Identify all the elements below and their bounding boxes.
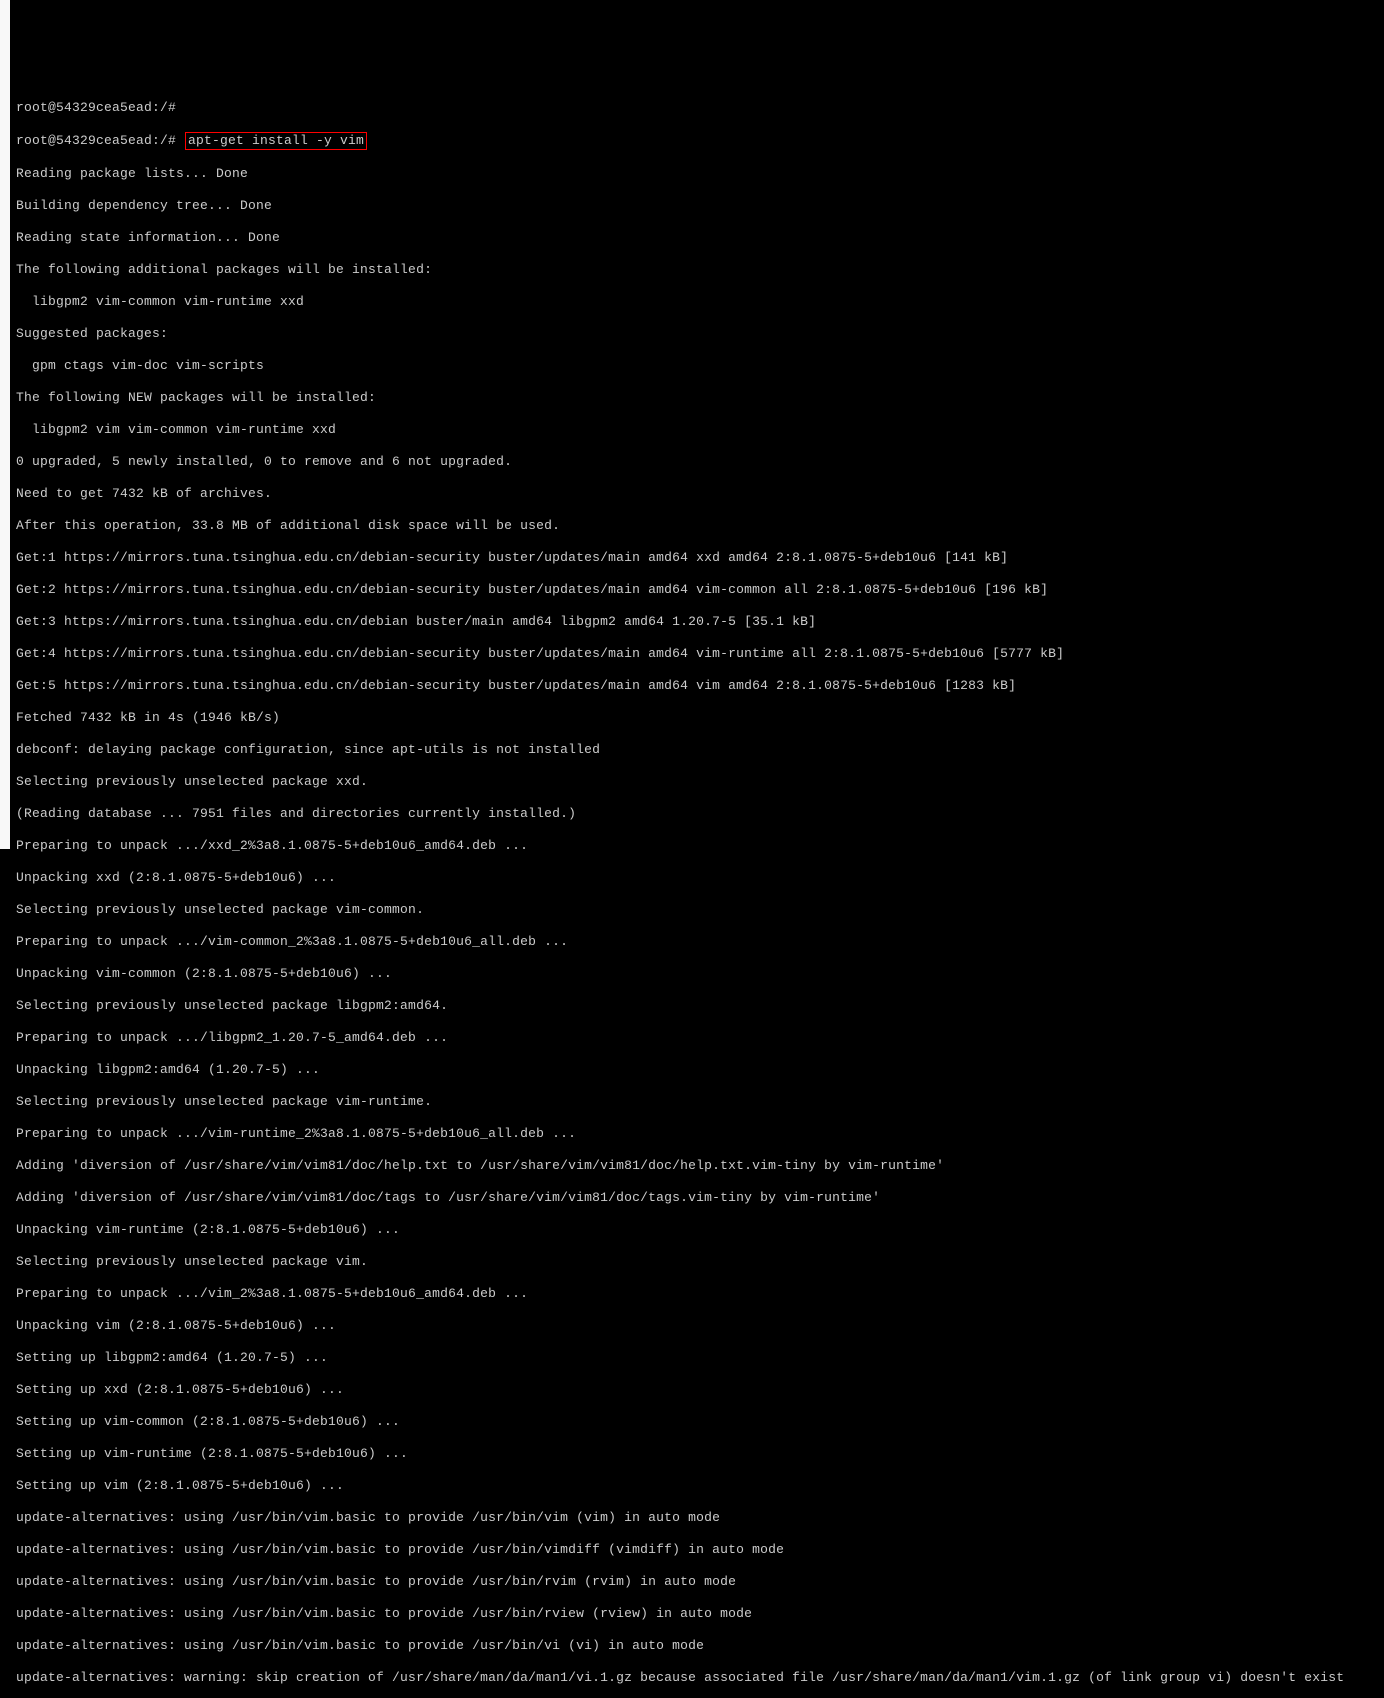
terminal-line: Unpacking vim-common (2:8.1.0875-5+deb10… <box>16 966 1384 982</box>
terminal-line: Preparing to unpack .../vim_2%3a8.1.0875… <box>16 1286 1384 1302</box>
terminal-line: Selecting previously unselected package … <box>16 1094 1384 1110</box>
terminal-line: update-alternatives: using /usr/bin/vim.… <box>16 1574 1384 1590</box>
terminal-line: update-alternatives: using /usr/bin/vim.… <box>16 1510 1384 1526</box>
terminal-line: Setting up vim-runtime (2:8.1.0875-5+deb… <box>16 1446 1384 1462</box>
terminal-line: Building dependency tree... Done <box>16 198 1384 214</box>
terminal-line: Preparing to unpack .../xxd_2%3a8.1.0875… <box>16 838 1384 854</box>
terminal-line: update-alternatives: using /usr/bin/vim.… <box>16 1638 1384 1654</box>
terminal-prompt-line: root@54329cea5ead:/# <box>16 100 1384 116</box>
terminal-line: Setting up vim-common (2:8.1.0875-5+deb1… <box>16 1414 1384 1430</box>
terminal-line: Get:5 https://mirrors.tuna.tsinghua.edu.… <box>16 678 1384 694</box>
terminal-line: Fetched 7432 kB in 4s (1946 kB/s) <box>16 710 1384 726</box>
terminal-line: Adding 'diversion of /usr/share/vim/vim8… <box>16 1190 1384 1206</box>
terminal-line: Reading state information... Done <box>16 230 1384 246</box>
left-margin-bar <box>0 0 10 849</box>
terminal-line: Preparing to unpack .../vim-runtime_2%3a… <box>16 1126 1384 1142</box>
command-highlight: apt-get install -y vim <box>185 132 367 150</box>
terminal-line: Get:4 https://mirrors.tuna.tsinghua.edu.… <box>16 646 1384 662</box>
terminal-line: After this operation, 33.8 MB of additio… <box>16 518 1384 534</box>
terminal-line: Suggested packages: <box>16 326 1384 342</box>
terminal-line: Selecting previously unselected package … <box>16 1254 1384 1270</box>
terminal-line: Unpacking xxd (2:8.1.0875-5+deb10u6) ... <box>16 870 1384 886</box>
terminal-line: Get:2 https://mirrors.tuna.tsinghua.edu.… <box>16 582 1384 598</box>
terminal-line: Setting up vim (2:8.1.0875-5+deb10u6) ..… <box>16 1478 1384 1494</box>
terminal-line: debconf: delaying package configuration,… <box>16 742 1384 758</box>
terminal-command-line: root@54329cea5ead:/# apt-get install -y … <box>16 132 1384 150</box>
terminal-line: The following NEW packages will be insta… <box>16 390 1384 406</box>
terminal-line: 0 upgraded, 5 newly installed, 0 to remo… <box>16 454 1384 470</box>
terminal-line: update-alternatives: using /usr/bin/vim.… <box>16 1542 1384 1558</box>
terminal-line: (Reading database ... 7951 files and dir… <box>16 806 1384 822</box>
terminal-line: libgpm2 vim vim-common vim-runtime xxd <box>16 422 1384 438</box>
terminal-line: Preparing to unpack .../libgpm2_1.20.7-5… <box>16 1030 1384 1046</box>
terminal-line: Adding 'diversion of /usr/share/vim/vim8… <box>16 1158 1384 1174</box>
terminal-line: Selecting previously unselected package … <box>16 998 1384 1014</box>
terminal-line: libgpm2 vim-common vim-runtime xxd <box>16 294 1384 310</box>
terminal-line: Unpacking vim (2:8.1.0875-5+deb10u6) ... <box>16 1318 1384 1334</box>
terminal-line: Unpacking libgpm2:amd64 (1.20.7-5) ... <box>16 1062 1384 1078</box>
terminal-output[interactable]: root@54329cea5ead:/# root@54329cea5ead:/… <box>16 84 1384 1698</box>
terminal-line: Unpacking vim-runtime (2:8.1.0875-5+deb1… <box>16 1222 1384 1238</box>
terminal-line: Reading package lists... Done <box>16 166 1384 182</box>
terminal-line: Get:1 https://mirrors.tuna.tsinghua.edu.… <box>16 550 1384 566</box>
terminal-line: Get:3 https://mirrors.tuna.tsinghua.edu.… <box>16 614 1384 630</box>
terminal-line: Preparing to unpack .../vim-common_2%3a8… <box>16 934 1384 950</box>
terminal-line: Need to get 7432 kB of archives. <box>16 486 1384 502</box>
terminal-line: gpm ctags vim-doc vim-scripts <box>16 358 1384 374</box>
terminal-line: Setting up libgpm2:amd64 (1.20.7-5) ... <box>16 1350 1384 1366</box>
terminal-prompt: root@54329cea5ead:/# <box>16 133 184 148</box>
terminal-line: Selecting previously unselected package … <box>16 774 1384 790</box>
terminal-line: Selecting previously unselected package … <box>16 902 1384 918</box>
terminal-line: Setting up xxd (2:8.1.0875-5+deb10u6) ..… <box>16 1382 1384 1398</box>
terminal-line: update-alternatives: warning: skip creat… <box>16 1670 1384 1686</box>
terminal-line: update-alternatives: using /usr/bin/vim.… <box>16 1606 1384 1622</box>
terminal-line: The following additional packages will b… <box>16 262 1384 278</box>
